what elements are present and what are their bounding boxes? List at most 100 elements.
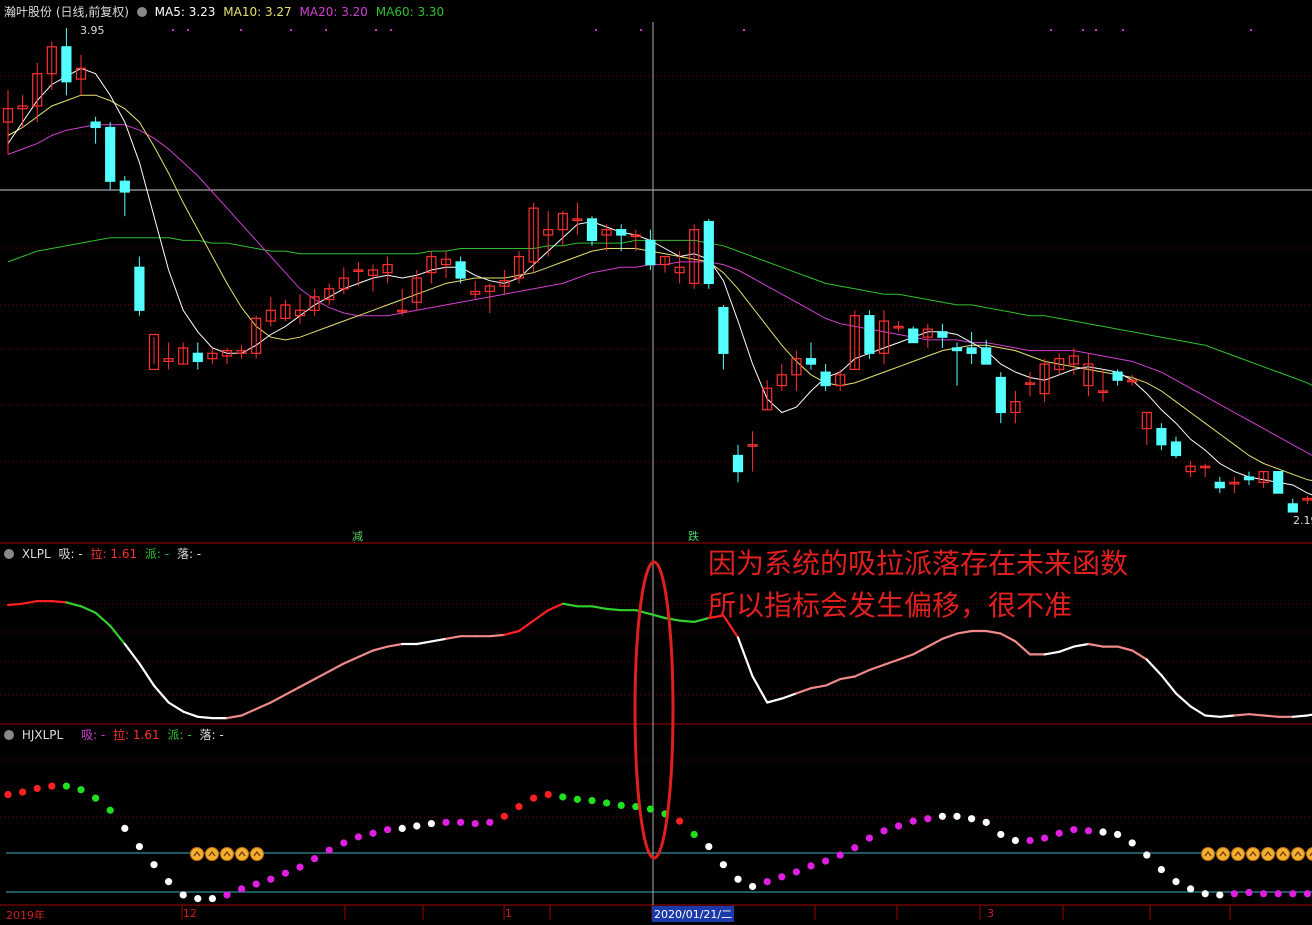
hjxlpl-la: 拉: 1.61	[113, 728, 160, 742]
signal-marker	[187, 29, 189, 31]
xlpl-segment	[1131, 649, 1148, 661]
signal-marker	[640, 29, 642, 31]
hjxlpl-header: HJXLPL 吸: - 拉: 1.61 派: - 落: -	[4, 726, 228, 743]
candle-body	[805, 358, 817, 365]
hjx-dot	[690, 830, 698, 839]
xlpl-segment	[196, 715, 214, 720]
settings-icon[interactable]	[4, 549, 14, 559]
xlpl-segment	[284, 685, 302, 696]
gold-coin-icon	[205, 847, 219, 861]
settings-icon[interactable]	[4, 730, 14, 740]
hjx-dot	[267, 875, 275, 883]
xlpl-segment	[766, 697, 783, 704]
xlpl-segment	[517, 619, 535, 633]
xlpl-segment	[1306, 713, 1312, 717]
xlpl-la: 拉: 1.61	[90, 547, 138, 561]
hjx-dot	[325, 846, 333, 854]
xlpl-segment	[79, 605, 97, 614]
hjx-dot	[340, 839, 348, 847]
hjx-dot	[1041, 834, 1049, 842]
hjx-dot	[1128, 839, 1136, 847]
xlpl-segment	[1145, 658, 1163, 677]
hjx-dot	[968, 815, 976, 823]
hjx-dot	[938, 812, 947, 820]
hjx-dot	[48, 782, 56, 790]
annotation-ellipse	[633, 560, 675, 860]
hjx-dot	[252, 880, 260, 888]
hjx-dot	[1216, 891, 1224, 899]
low-price-label: 2.19	[1293, 514, 1312, 527]
xlpl-segment	[868, 663, 886, 672]
hjx-dot	[880, 827, 888, 835]
candle-body	[586, 218, 598, 241]
ma60-label: MA60: 3.30	[375, 5, 445, 19]
xlpl-segment	[1262, 714, 1280, 718]
xlpl-luo: 落: -	[176, 547, 202, 561]
hjx-dot	[997, 830, 1005, 839]
hjx-dot	[530, 794, 538, 802]
xlpl-segment	[269, 693, 287, 704]
candle-body	[645, 239, 656, 266]
xlpl-segment	[897, 653, 915, 661]
hjx-dot	[1201, 890, 1209, 898]
candle-body	[105, 126, 116, 182]
hjx-dot	[953, 812, 961, 820]
candle-body	[1156, 427, 1167, 446]
signal-marker	[1082, 29, 1084, 31]
xlpl-name: XLPL	[21, 547, 51, 561]
signal-die: 跌	[688, 530, 699, 543]
xlpl-segment	[912, 645, 929, 656]
candle-body	[937, 331, 948, 338]
xlpl-segment	[138, 662, 156, 687]
hjx-dot	[457, 818, 465, 826]
xlpl-segment	[751, 675, 769, 704]
gold-coin-icon	[235, 847, 249, 861]
candle-body	[192, 352, 203, 362]
candle-body	[864, 315, 875, 354]
cursor-date: 2020/01/21/二	[652, 906, 735, 922]
hjx-dot	[865, 834, 874, 842]
xlpl-header: XLPL 吸: - 拉: 1.61 派: - 落: -	[4, 545, 205, 562]
hjx-dot	[311, 855, 319, 863]
xlpl-segment	[240, 707, 258, 717]
gold-coin-icon	[190, 847, 204, 861]
hjx-dot	[676, 817, 684, 825]
hjx-dot	[851, 844, 859, 852]
xlpl-segment	[547, 602, 564, 612]
xlpl-segment	[6, 602, 24, 607]
xlpl-segment	[152, 684, 170, 704]
hjxlpl-xi: 吸: -	[81, 728, 106, 742]
xlpl-segment	[809, 684, 827, 690]
hjx-dot	[384, 826, 392, 834]
hjx-dot	[194, 894, 202, 903]
signal-marker	[325, 29, 327, 31]
stock-chart[interactable]	[0, 0, 1312, 925]
axis-label-jan: 1	[505, 907, 512, 920]
xlpl-segment	[605, 607, 623, 612]
xlpl-segment	[109, 624, 126, 646]
candle-body	[718, 307, 729, 354]
hjx-dot	[19, 788, 27, 796]
xlpl-segment	[1218, 714, 1236, 718]
xlpl-segment	[663, 616, 681, 622]
signal-marker	[1095, 29, 1097, 31]
settings-icon[interactable]	[136, 7, 147, 17]
annotation-line-2: 所以指标会发生偏移，很不准	[708, 589, 1073, 622]
ma10-line	[7, 94, 1312, 482]
hjx-dot	[4, 790, 12, 799]
hjx-dot	[909, 817, 917, 825]
xlpl-segment	[839, 675, 856, 681]
xlpl-segment	[941, 632, 959, 640]
candle-body	[1273, 471, 1284, 494]
hjx-dot	[223, 891, 231, 899]
candle-body	[908, 328, 919, 344]
signal-marker	[1122, 29, 1124, 31]
hjx-dot	[895, 822, 903, 830]
xlpl-segment	[736, 636, 754, 678]
xlpl-segment	[1014, 640, 1032, 656]
candle-body	[951, 347, 963, 352]
signal-marker	[743, 29, 745, 31]
hjx-dot	[77, 786, 85, 794]
candle-body	[1287, 503, 1298, 513]
xlpl-segment	[430, 637, 448, 643]
